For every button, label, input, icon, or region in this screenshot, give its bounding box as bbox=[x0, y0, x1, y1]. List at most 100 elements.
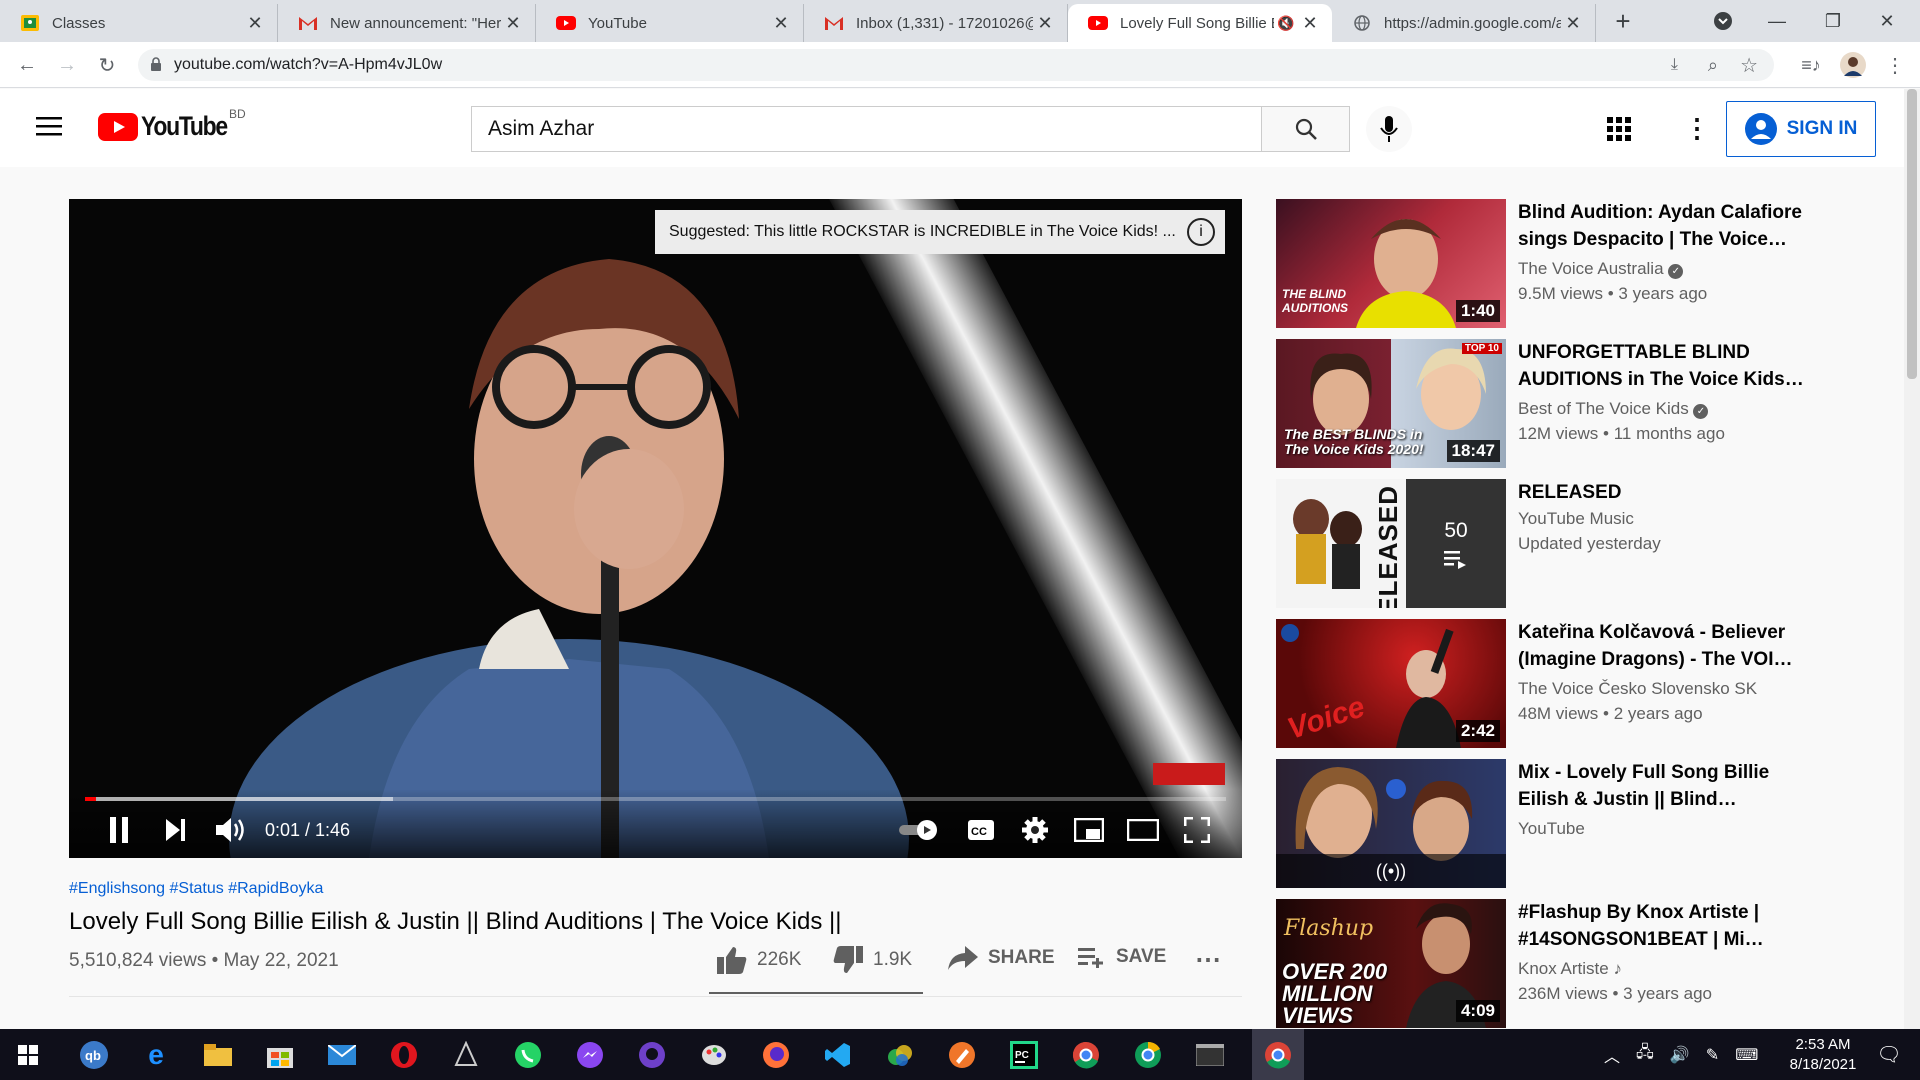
video-thumbnail[interactable]: THE BLIND AUDITIONS 1:40 bbox=[1276, 199, 1506, 328]
apps-grid-icon[interactable] bbox=[1607, 117, 1631, 144]
close-tab-icon[interactable]: ✕ bbox=[243, 13, 267, 34]
next-icon[interactable] bbox=[155, 811, 195, 849]
tab-admin-google[interactable]: https://admin.google.com/a ✕ bbox=[1332, 4, 1596, 42]
zoom-icon[interactable]: ⌕ bbox=[1708, 55, 1718, 76]
install-app-icon[interactable]: ⤓ bbox=[1671, 56, 1678, 74]
video-thumbnail[interactable]: Flashup OVER 200 MILLION VIEWS 4:09 bbox=[1276, 899, 1506, 1028]
avatar[interactable] bbox=[1838, 50, 1868, 80]
tab-lovely-full-song[interactable]: Lovely Full Song Billie E 🔇 ✕ bbox=[1068, 4, 1332, 42]
more-actions-icon[interactable]: ⋯ bbox=[1195, 944, 1221, 975]
channel-name[interactable]: YouTube Music bbox=[1518, 509, 1634, 529]
related-title[interactable]: Mix - Lovely Full Song Billie Eilish & J… bbox=[1518, 759, 1808, 813]
subscribe-watermark[interactable] bbox=[1153, 763, 1225, 785]
clock[interactable]: 2:53 AM 8/18/2021 bbox=[1778, 1029, 1868, 1080]
scrollbar-thumb[interactable] bbox=[1907, 89, 1917, 379]
vscode-icon[interactable] bbox=[818, 1037, 858, 1073]
lock-icon[interactable] bbox=[150, 56, 162, 74]
close-tab-icon[interactable]: ✕ bbox=[501, 13, 525, 34]
forward-icon[interactable]: → bbox=[52, 50, 82, 80]
channel-name[interactable]: Best of The Voice Kids ✓ bbox=[1518, 399, 1709, 419]
tab-classes[interactable]: Classes ✕ bbox=[0, 4, 278, 42]
notifications-icon[interactable]: 🗨 bbox=[1864, 1029, 1914, 1080]
opera-icon[interactable] bbox=[384, 1037, 424, 1073]
file-explorer-icon[interactable] bbox=[198, 1037, 238, 1073]
menu-icon[interactable] bbox=[36, 116, 62, 139]
volume-icon[interactable] bbox=[209, 811, 253, 849]
whatsapp-icon[interactable] bbox=[508, 1037, 548, 1073]
video-thumbnail[interactable]: Voice 2:42 bbox=[1276, 619, 1506, 748]
related-title[interactable]: Kateřina Kolčavová - Believer (Imagine D… bbox=[1518, 619, 1808, 673]
captions-icon[interactable]: CC bbox=[959, 811, 1003, 849]
new-tab-icon[interactable]: + bbox=[1600, 0, 1646, 42]
speaker-icon[interactable]: 🔊 bbox=[1670, 1045, 1690, 1065]
network-icon[interactable]: 🖧 bbox=[1636, 1041, 1654, 1068]
tab-announcement[interactable]: New announcement: "Here ✕ bbox=[278, 4, 536, 42]
messenger-icon[interactable] bbox=[570, 1037, 610, 1073]
firefox-icon[interactable] bbox=[756, 1037, 796, 1073]
info-icon[interactable]: i bbox=[1187, 218, 1215, 246]
keyboard-icon[interactable]: ⌨ bbox=[1735, 1045, 1758, 1065]
chrome-profile-icon[interactable] bbox=[1128, 1037, 1168, 1073]
channel-name[interactable]: YouTube bbox=[1518, 819, 1585, 839]
autoplay-toggle[interactable] bbox=[897, 811, 941, 849]
search-input[interactable]: Asim Azhar bbox=[471, 106, 1262, 152]
paint-icon[interactable] bbox=[694, 1037, 734, 1073]
chrome-icon[interactable] bbox=[1066, 1037, 1106, 1073]
media-control-icon[interactable]: ≡♪ bbox=[1796, 50, 1826, 80]
close-tab-icon[interactable]: ✕ bbox=[769, 13, 793, 34]
browser-menu-icon[interactable]: ⋮ bbox=[1880, 50, 1910, 80]
sign-in-button[interactable]: SIGN IN bbox=[1726, 101, 1876, 157]
list-item[interactable]: Flashup OVER 200 MILLION VIEWS 4:09 #Fla… bbox=[1276, 899, 1816, 1039]
channel-name[interactable]: Knox Artiste ♪ bbox=[1518, 959, 1622, 979]
list-item[interactable]: THE BLIND AUDITIONS 1:40 Blind Audition:… bbox=[1276, 199, 1816, 339]
qbittorrent-icon[interactable]: qb bbox=[74, 1037, 114, 1073]
terminal-icon[interactable] bbox=[1190, 1037, 1230, 1073]
related-title[interactable]: RELEASED bbox=[1518, 479, 1808, 506]
pause-icon[interactable] bbox=[99, 811, 139, 849]
youtube-logo[interactable]: YouTube bbox=[98, 111, 242, 142]
pycharm-icon[interactable]: PC bbox=[1004, 1037, 1044, 1073]
back-icon[interactable]: ← bbox=[12, 50, 42, 80]
settings-more-icon[interactable]: ⋮ bbox=[1684, 115, 1710, 141]
progress-bar[interactable] bbox=[85, 797, 1226, 801]
playlist-thumbnail[interactable]: RELEASED 50 bbox=[1276, 479, 1506, 608]
fullscreen-icon[interactable] bbox=[1175, 811, 1219, 849]
list-item[interactable]: RELEASED 50 RELEASED YouTube Music Updat… bbox=[1276, 479, 1816, 619]
windows-start-icon[interactable] bbox=[8, 1037, 48, 1073]
list-item[interactable]: Voice 2:42 Kateřina Kolčavová - Believer… bbox=[1276, 619, 1816, 759]
reload-icon[interactable]: ↻ bbox=[92, 50, 122, 80]
restore-icon[interactable]: ❐ bbox=[1810, 0, 1856, 42]
video-thumbnail[interactable]: TOP 10 The BEST BLINDS in The Voice Kids… bbox=[1276, 339, 1506, 468]
channel-name[interactable]: The Voice Australia ✓ bbox=[1518, 259, 1684, 279]
inkscape-icon[interactable] bbox=[446, 1037, 486, 1073]
close-tab-icon[interactable]: ✕ bbox=[1298, 13, 1322, 34]
edge-icon[interactable]: e bbox=[136, 1037, 176, 1073]
show-hidden-icons[interactable]: ︿ bbox=[1604, 1043, 1620, 1067]
github-icon[interactable] bbox=[632, 1037, 672, 1073]
store-icon[interactable] bbox=[260, 1037, 300, 1073]
close-window-icon[interactable]: ✕ bbox=[1864, 0, 1910, 42]
related-title[interactable]: #Flashup By Knox Artiste | #14SONGSON1BE… bbox=[1518, 899, 1808, 953]
mix-thumbnail[interactable]: ((•)) bbox=[1276, 759, 1506, 888]
list-item[interactable]: ((•)) Mix - Lovely Full Song Billie Eili… bbox=[1276, 759, 1816, 899]
page-scrollbar[interactable] bbox=[1904, 89, 1920, 1029]
search-button[interactable] bbox=[1262, 106, 1350, 152]
like-button[interactable]: 226K bbox=[717, 946, 801, 974]
minimize-icon[interactable]: — bbox=[1754, 0, 1800, 42]
pen-icon[interactable]: ✎ bbox=[1706, 1045, 1719, 1065]
pen-tool-icon[interactable] bbox=[942, 1037, 982, 1073]
chrome-active-icon[interactable] bbox=[1252, 1029, 1304, 1080]
tab-youtube[interactable]: YouTube ✕ bbox=[536, 4, 804, 42]
related-title[interactable]: UNFORGETTABLE BLIND AUDITIONS in The Voi… bbox=[1518, 339, 1808, 393]
hashtags[interactable]: #Englishsong #Status #RapidBoyka bbox=[69, 880, 1242, 904]
close-tab-icon[interactable]: ✕ bbox=[1033, 13, 1057, 34]
channel-name[interactable]: The Voice Česko Slovensko SK bbox=[1518, 679, 1757, 699]
spheres-app-icon[interactable] bbox=[880, 1037, 920, 1073]
save-button[interactable]: SAVE bbox=[1078, 946, 1166, 968]
tab-search-icon[interactable] bbox=[1700, 0, 1746, 42]
related-title[interactable]: Blind Audition: Aydan Calafiore sings De… bbox=[1518, 199, 1808, 253]
settings-gear-icon[interactable] bbox=[1013, 811, 1057, 849]
share-button[interactable]: SHARE bbox=[948, 946, 1055, 970]
theater-mode-icon[interactable] bbox=[1121, 811, 1165, 849]
mail-icon[interactable] bbox=[322, 1037, 362, 1073]
